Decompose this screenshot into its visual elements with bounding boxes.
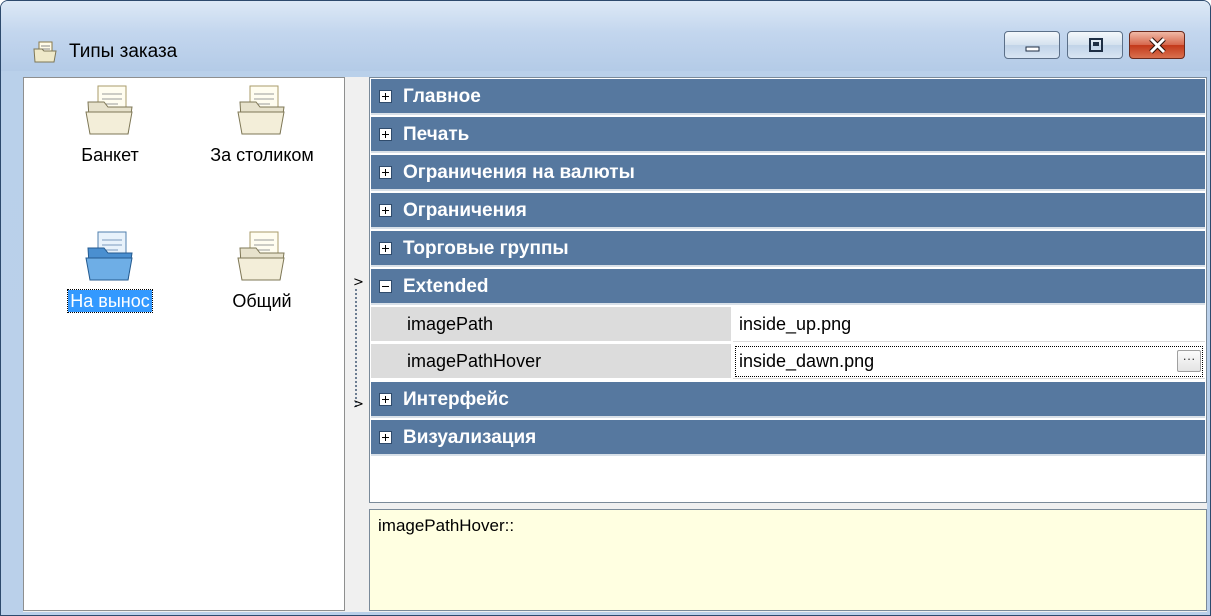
property-value-wrap[interactable]: inside_dawn.png ··· <box>733 344 1205 379</box>
list-item[interactable]: За столиком <box>192 82 332 166</box>
category-row[interactable]: Интерфейс <box>371 382 1205 418</box>
chevron-right-icon: > <box>353 397 364 412</box>
property-name[interactable]: imagePathHover <box>371 344 731 379</box>
order-types-list[interactable]: Банкет За столиком На вынос Общий <box>23 77 345 611</box>
property-row[interactable]: imagePath inside_up.png <box>371 307 1205 343</box>
list-item[interactable]: Банкет <box>40 82 180 166</box>
expand-icon[interactable] <box>379 204 392 217</box>
list-item-label: Общий <box>232 291 292 311</box>
close-icon <box>1149 37 1166 54</box>
splitter[interactable]: > > <box>347 77 369 611</box>
window-title: Типы заказа <box>69 41 178 62</box>
category-label: Интерфейс <box>403 389 509 410</box>
folder-icon <box>237 85 285 135</box>
minimize-button[interactable] <box>1004 31 1060 59</box>
property-value[interactable]: inside_dawn.png <box>739 351 874 371</box>
chevron-right-icon: > <box>353 275 364 290</box>
minimize-icon <box>1025 46 1040 52</box>
list-item-label: За столиком <box>210 145 314 165</box>
expand-icon[interactable] <box>379 431 392 444</box>
close-button[interactable] <box>1129 31 1185 59</box>
category-row[interactable]: Торговые группы <box>371 231 1205 267</box>
category-row[interactable]: Главное <box>371 79 1205 115</box>
category-row[interactable]: Extended <box>371 269 1205 305</box>
splitter-grip[interactable] <box>355 289 357 407</box>
list-item-label: Банкет <box>81 145 139 165</box>
collapse-icon[interactable] <box>379 280 392 293</box>
folder-blue-icon <box>85 231 133 281</box>
category-row[interactable]: Ограничения <box>371 193 1205 229</box>
maximize-icon <box>1089 38 1103 52</box>
category-label: Главное <box>403 86 481 107</box>
category-row[interactable]: Ограничения на валюты <box>371 155 1205 191</box>
content-area: Банкет За столиком На вынос Общий > > Гл… <box>23 77 1207 612</box>
category-label: Печать <box>403 124 470 145</box>
list-item[interactable]: Общий <box>192 228 332 312</box>
ellipsis-button[interactable]: ··· <box>1177 350 1201 372</box>
category-label: Ограничения <box>403 200 527 221</box>
expand-icon[interactable] <box>379 166 392 179</box>
expand-icon[interactable] <box>379 393 392 406</box>
category-label: Торговые группы <box>403 238 569 259</box>
category-row[interactable]: Визуализация <box>371 420 1205 456</box>
category-label: Ограничения на валюты <box>403 162 635 183</box>
list-item-label: На вынос <box>67 289 153 313</box>
title-bar[interactable]: Типы заказа <box>1 1 1210 71</box>
property-description-text: imagePathHover:: <box>378 516 515 535</box>
window: Типы заказа Банкет За столиком На вынос … <box>0 0 1211 616</box>
expand-icon[interactable] <box>379 128 392 141</box>
expand-icon[interactable] <box>379 90 392 103</box>
folder-icon <box>237 231 285 281</box>
folder-document-icon <box>33 41 57 63</box>
category-label: Визуализация <box>403 427 537 448</box>
category-row[interactable]: Печать <box>371 117 1205 153</box>
property-value[interactable]: inside_up.png <box>733 307 1205 342</box>
property-description-panel: imagePathHover:: <box>369 509 1207 611</box>
property-name[interactable]: imagePath <box>371 307 731 342</box>
maximize-button[interactable] <box>1067 31 1123 59</box>
category-label: Extended <box>403 276 489 297</box>
expand-icon[interactable] <box>379 242 392 255</box>
folder-icon <box>85 85 133 135</box>
list-item[interactable]: На вынос <box>40 228 180 313</box>
property-row[interactable]: imagePathHover inside_dawn.png ··· <box>371 344 1205 380</box>
property-grid[interactable]: Главное Печать Ограничения на валюты Огр… <box>369 77 1207 503</box>
